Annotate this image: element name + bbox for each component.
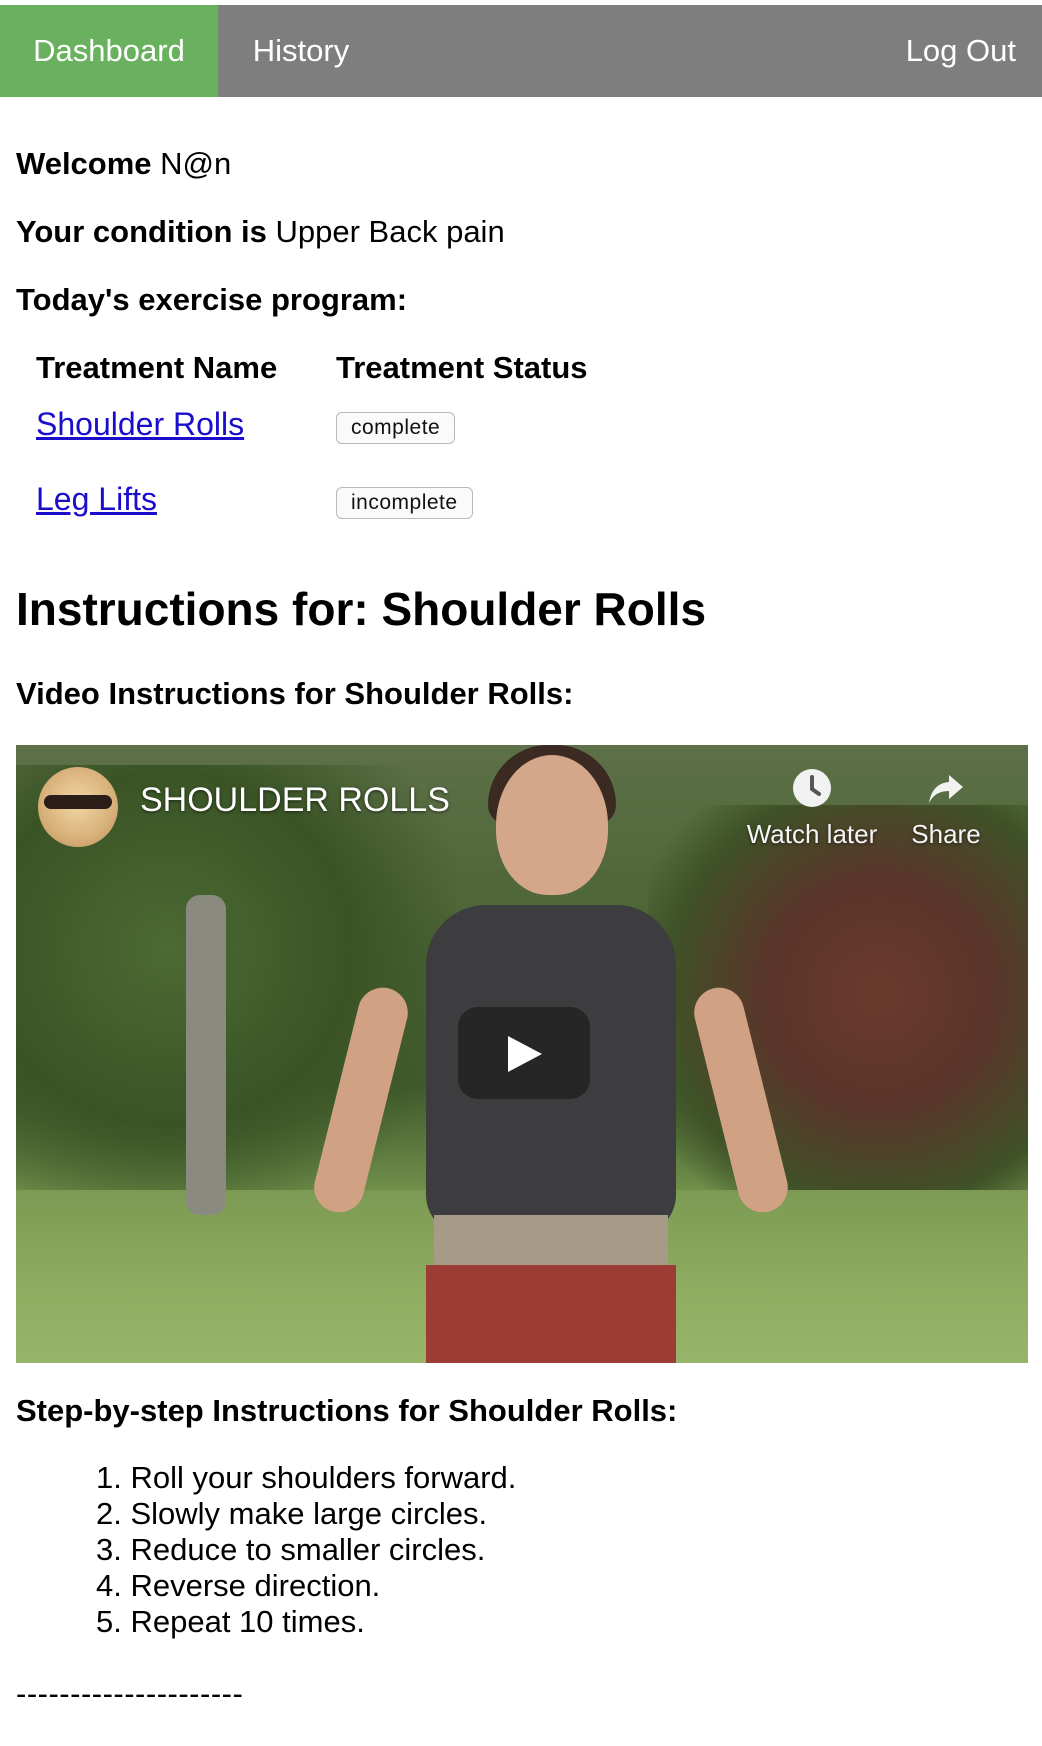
channel-avatar[interactable] xyxy=(38,767,118,847)
treatment-link-shoulder-rolls[interactable]: Shoulder Rolls xyxy=(36,406,244,443)
video-title[interactable]: SHOULDER ROLLS xyxy=(140,781,450,820)
nav-history[interactable]: History xyxy=(218,5,384,97)
top-nav-bar: Dashboard History Log Out xyxy=(0,5,1042,97)
steps-list: 1. Roll your shoulders forward. 2. Slowl… xyxy=(96,1460,516,1640)
condition-label: Your condition is xyxy=(16,214,267,249)
video-scene-head xyxy=(496,755,608,895)
play-button[interactable] xyxy=(458,1007,590,1099)
welcome-line: Welcome N@n xyxy=(16,146,231,182)
share-button[interactable]: Share xyxy=(896,767,996,850)
user-name: N@n xyxy=(160,146,232,181)
share-arrow-icon xyxy=(929,775,963,803)
status-button-leg-lifts[interactable]: incomplete xyxy=(336,487,473,519)
treatment-link-leg-lifts[interactable]: Leg Lifts xyxy=(36,481,157,518)
watch-later-label: Watch later xyxy=(746,819,878,849)
column-header-treatment-status: Treatment Status xyxy=(336,350,588,385)
nav-logout[interactable]: Log Out xyxy=(906,5,1016,97)
condition-line: Your condition is Upper Back pain xyxy=(16,214,505,250)
watch-later-button[interactable]: Watch later xyxy=(742,767,882,850)
condition-value: Upper Back pain xyxy=(275,214,505,249)
step-item: 4. Reverse direction. xyxy=(96,1568,381,1603)
video-scene-pants xyxy=(426,1265,676,1363)
step-item: 5. Repeat 10 times. xyxy=(96,1604,365,1639)
play-icon xyxy=(508,1036,542,1072)
share-label: Share xyxy=(911,819,981,849)
nav-dashboard[interactable]: Dashboard xyxy=(0,5,218,97)
video-scene-trunk xyxy=(186,895,226,1215)
step-item: 1. Roll your shoulders forward. xyxy=(96,1460,517,1495)
video-player[interactable]: SHOULDER ROLLS Watch later Share xyxy=(16,745,1028,1363)
status-button-shoulder-rolls[interactable]: complete xyxy=(336,412,456,444)
video-heading: Video Instructions for Shoulder Rolls: xyxy=(16,676,574,711)
welcome-label: Welcome xyxy=(16,146,152,181)
step-item: 2. Slowly make large circles. xyxy=(96,1496,488,1531)
clock-icon xyxy=(793,769,831,807)
program-heading: Today's exercise program: xyxy=(16,282,408,317)
steps-heading: Step-by-step Instructions for Shoulder R… xyxy=(16,1393,678,1428)
instructions-title: Instructions for: Shoulder Rolls xyxy=(16,583,707,635)
column-header-treatment-name: Treatment Name xyxy=(36,350,278,385)
step-item: 3. Reduce to smaller circles. xyxy=(96,1532,486,1567)
divider-line: --------------------- xyxy=(16,1676,244,1711)
